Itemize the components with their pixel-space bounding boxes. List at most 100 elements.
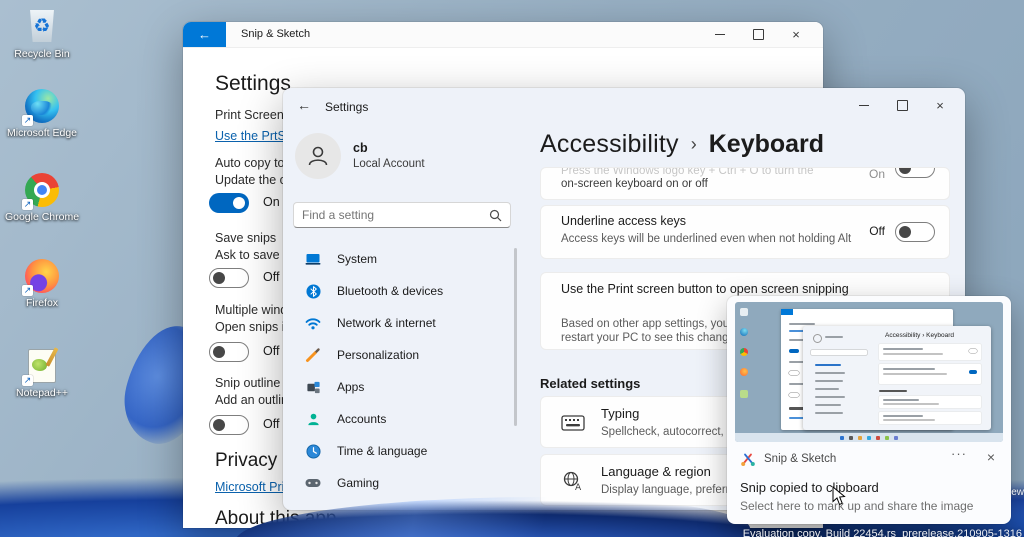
minimize-button[interactable] [701,23,739,46]
maximize-icon [753,29,764,40]
toast-subtitle: Select here to mark up and share the ima… [740,499,973,513]
osk-line2: on-screen keyboard on or off [561,177,708,191]
desktop-icon-label: Google Chrome [4,211,80,223]
close-button[interactable]: × [921,94,959,116]
mini-card [879,412,981,424]
user-name: cb [353,141,368,155]
snip-notification-toast[interactable]: Accessibility › Keyboard [727,296,1011,524]
save-snips-toggle[interactable] [209,268,249,288]
underline-access-keys-card[interactable]: Underline access keys Access keys will b… [540,205,950,259]
person-icon [305,143,331,169]
back-button[interactable]: ← [297,97,311,113]
chevron-right-icon: › [679,134,709,154]
osk-toggle[interactable] [895,167,935,178]
snip-outline-toggle[interactable] [209,415,249,435]
shortcut-arrow-icon: ↗ [22,285,33,296]
sidebar-item-system[interactable]: System [289,243,511,275]
save-snips-title: Save snips [215,231,276,245]
sidebar-item-label: Network & internet [337,316,436,330]
privacy-heading: Privacy [215,450,277,472]
window-title: Snip & Sketch [241,22,310,47]
sidebar-item-personalization[interactable]: Personalization [289,339,511,371]
desktop-icon-google-chrome[interactable]: ↗ Google Chrome [4,172,80,223]
mini-settings-window: Accessibility › Keyboard [803,326,991,430]
shortcut-arrow-icon: ↗ [22,115,33,126]
desktop-icon-microsoft-edge[interactable]: ↗ Microsoft Edge [4,88,80,139]
on-screen-keyboard-card[interactable]: Press the Windows logo key + Ctrl + O to… [540,167,950,200]
mini-edge-icon [740,328,748,336]
window-title: Settings [325,100,368,114]
svg-text:A: A [575,483,582,492]
desktop: ♻ Recycle Bin ↗ Microsoft Edge ↗ Google … [0,0,1024,537]
search-icon [489,209,502,222]
card-title: Typing [601,406,639,421]
back-button[interactable]: ← [183,22,226,47]
card-title: Underline access keys [561,214,686,228]
toast-app-name: Snip & Sketch [764,453,836,465]
sidebar-scrollbar[interactable] [514,248,517,426]
recycle-bin-icon: ♻ [24,10,60,46]
maximize-button[interactable] [883,94,921,116]
sidebar-item-accounts[interactable]: Accounts [289,403,511,435]
close-icon: × [936,98,944,113]
desktop-icon-firefox[interactable]: ↗ Firefox [4,258,80,309]
maximize-button[interactable] [739,23,777,46]
sidebar-item-apps[interactable]: Apps [289,371,511,403]
more-options-button[interactable]: ··· [951,446,967,461]
minimize-button[interactable] [845,94,883,116]
toast-close-button[interactable]: × [987,449,995,465]
desktop-icon-label: Firefox [4,297,80,309]
accounts-icon [305,411,321,427]
underline-access-keys-toggle[interactable] [895,222,935,242]
chrome-icon: ↗ [24,173,60,209]
mini-breadcrumb: Accessibility › Keyboard [885,332,954,339]
search-box[interactable] [293,202,511,228]
back-arrow-icon: ← [198,27,211,42]
desktop-icon-notepad-plus-plus[interactable]: ↗ Notepad++ [4,348,80,399]
edge-icon: ↗ [24,89,60,125]
toast-title: Snip copied to clipboard [740,480,879,495]
search-input[interactable] [294,208,489,222]
sidebar-item-gaming[interactable]: Gaming [289,467,511,499]
snip-settings-heading: Settings [215,72,291,96]
mini-notepad-icon [740,390,748,398]
bluetooth-icon [305,283,321,299]
mini-card [879,364,981,384]
breadcrumb-current: Keyboard [709,130,824,158]
snip-thumbnail[interactable]: Accessibility › Keyboard [735,302,1003,442]
maximize-icon [897,100,908,111]
clock-globe-icon [305,443,321,459]
evaluation-watermark: Evaluation copy. Build 22454.rs_prerelea… [743,528,1022,537]
avatar[interactable] [295,133,341,179]
mini-card [879,396,981,408]
watermark-fragment: ew [1011,487,1024,498]
multi-window-toggle[interactable] [209,342,249,362]
shortcut-arrow-icon: ↗ [22,375,33,386]
keyboard-icon [561,411,585,435]
desktop-icon-recycle-bin[interactable]: ♻ Recycle Bin [4,8,80,60]
sidebar-item-label: Personalization [337,348,419,362]
snip-sketch-app-icon [740,451,756,467]
snip-outline-title: Snip outline [215,376,280,390]
mouse-cursor [832,486,846,506]
sidebar-item-label: Gaming [337,476,379,490]
sidebar-item-label: Accounts [337,412,386,426]
mini-recycle-bin-icon [740,308,748,316]
card-desc: Access keys will be underlined even when… [561,232,869,246]
desktop-icon-label: Recycle Bin [4,48,80,60]
sidebar-item-bluetooth-devices[interactable]: Bluetooth & devices [289,275,511,307]
close-button[interactable]: × [777,23,815,46]
auto-copy-state: On [263,195,280,209]
sidebar-item-time-language[interactable]: Time & language [289,435,511,467]
sidebar-item-network-internet[interactable]: Network & internet [289,307,511,339]
language-icon: A [561,469,585,493]
sidebar-item-label: Bluetooth & devices [337,284,443,298]
apps-icon [305,379,321,395]
breadcrumb-parent[interactable]: Accessibility [540,130,679,158]
save-snips-state: Off [263,270,279,284]
toggle-state: Off [869,224,885,238]
minimize-icon [715,34,725,35]
snip-outline-state: Off [263,417,279,431]
auto-copy-toggle[interactable] [209,193,249,213]
brush-icon [305,347,321,363]
